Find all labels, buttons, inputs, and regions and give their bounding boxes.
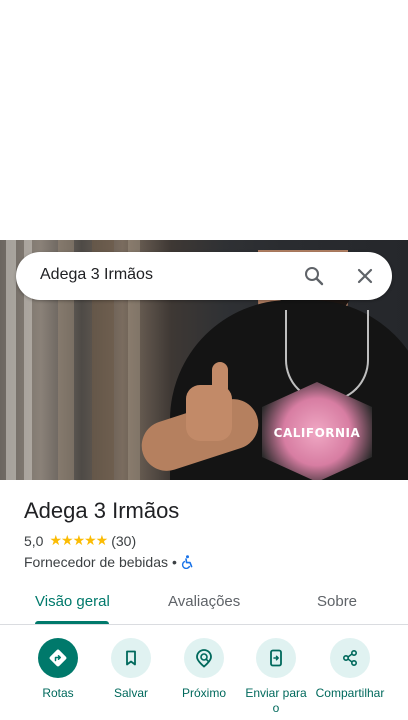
thumbs-up bbox=[212, 362, 228, 396]
tab-reviews[interactable]: Avaliações bbox=[168, 593, 240, 610]
nearby-icon bbox=[184, 638, 224, 678]
share-button[interactable]: Compartilhar bbox=[310, 638, 390, 701]
share-label: Compartilhar bbox=[315, 686, 385, 700]
save-button[interactable]: Salvar bbox=[91, 638, 171, 701]
separator-dot: • bbox=[172, 554, 177, 570]
save-label: Salvar bbox=[113, 686, 148, 700]
tab-overview[interactable]: Visão geral bbox=[35, 593, 110, 610]
close-icon[interactable] bbox=[353, 264, 377, 288]
active-tab-indicator bbox=[35, 621, 109, 624]
place-category: Fornecedor de bebidas bbox=[24, 554, 168, 570]
nearby-label: Próximo bbox=[181, 686, 226, 700]
search-bar[interactable]: Adega 3 Irmãos bbox=[16, 252, 392, 300]
shirt-print-text: CALIFORNIA bbox=[273, 426, 361, 440]
rating-value: 5,0 bbox=[24, 533, 44, 549]
send-to-phone-button[interactable]: Enviar para o bbox=[236, 638, 316, 716]
directions-button[interactable]: Rotas bbox=[18, 638, 98, 701]
directions-icon bbox=[38, 638, 78, 678]
directions-label: Rotas bbox=[42, 686, 74, 700]
blank-map-area bbox=[0, 0, 408, 240]
tab-bar: Visão geral Avaliações Sobre bbox=[0, 580, 408, 625]
wheelchair-icon bbox=[181, 555, 195, 570]
nearby-button[interactable]: Próximo bbox=[164, 638, 244, 701]
rating-row[interactable]: 5,0 ★★★★★ (30) bbox=[24, 532, 136, 550]
rating-stars: ★★★★★ bbox=[49, 533, 108, 549]
tab-about[interactable]: Sobre bbox=[317, 593, 357, 610]
share-icon bbox=[330, 638, 370, 678]
send-to-phone-label: Enviar para o bbox=[245, 686, 307, 715]
category-row: Fornecedor de bebidas • bbox=[24, 553, 195, 571]
send-to-phone-icon bbox=[256, 638, 296, 678]
bookmark-icon bbox=[111, 638, 151, 678]
search-icon[interactable] bbox=[302, 264, 326, 288]
review-count: (30) bbox=[111, 533, 137, 549]
search-input[interactable]: Adega 3 Irmãos bbox=[40, 266, 153, 284]
place-title: Adega 3 Irmãos bbox=[24, 498, 180, 523]
